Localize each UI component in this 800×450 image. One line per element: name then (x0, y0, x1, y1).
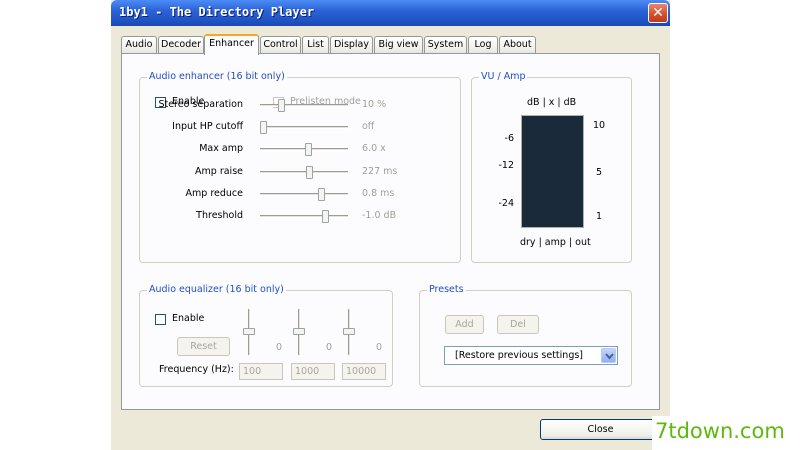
eq-band-thumb[interactable] (243, 328, 255, 335)
slider-label: Max amp (199, 143, 243, 154)
slider-thumb[interactable] (306, 166, 313, 179)
preset-select-value: [Restore previous settings] (455, 350, 583, 361)
slider-thumb[interactable] (260, 121, 267, 134)
close-button[interactable]: Close (540, 419, 661, 440)
vu-right-tick-2: 5 (596, 167, 603, 178)
slider-track[interactable] (260, 126, 348, 129)
vu-meter (521, 115, 584, 228)
eq-band-value: 0 (326, 342, 333, 353)
eq-band-value: 0 (376, 342, 383, 353)
slider-thumb[interactable] (322, 210, 329, 223)
preset-del-button[interactable]: Del (497, 315, 539, 334)
vu-left-tick-3: -24 (498, 198, 514, 209)
slider-value: 6.0 x (362, 143, 386, 154)
tab-system[interactable]: System (424, 36, 467, 54)
vu-left-tick-1: -6 (504, 133, 514, 144)
audio-enhancer-legend: Audio enhancer (16 bit only) (147, 71, 287, 83)
slider-track[interactable] (260, 193, 348, 196)
slider-label: Input HP cutoff (172, 121, 243, 132)
watermark: 7tdown.com (652, 416, 800, 450)
equalizer-enable-checkbox[interactable] (155, 314, 166, 325)
app-window: 1by1 - The Directory Player ✕ Audio Deco… (111, 0, 670, 450)
tab-display[interactable]: Display (330, 36, 373, 54)
slider-thumb[interactable] (305, 143, 312, 156)
equalizer-reset-button[interactable]: Reset (177, 337, 230, 356)
slider-track[interactable] (260, 171, 348, 174)
eq-band-thumb[interactable] (343, 328, 355, 335)
tab-log[interactable]: Log (468, 36, 498, 54)
vu-right-tick-3: 1 (596, 211, 603, 222)
slider-track[interactable] (260, 215, 348, 218)
slider-label: Threshold (196, 210, 243, 221)
title-bar[interactable]: 1by1 - The Directory Player ✕ (111, 0, 670, 26)
tab-decoder[interactable]: Decoder (158, 36, 204, 54)
eq-frequency-input[interactable]: 100 (239, 363, 283, 380)
chevron-down-icon[interactable] (601, 348, 616, 363)
eq-frequency-input[interactable]: 1000 (291, 363, 335, 380)
preset-select[interactable]: [Restore previous settings] (444, 346, 618, 365)
audio-equalizer-group: Audio equalizer (16 bit only) Enable Res… (139, 284, 393, 387)
enhancer-panel: Audio enhancer (16 bit only) Enable Prel… (121, 53, 660, 410)
slider-value: off (362, 121, 375, 132)
slider-label: Stereo separation (158, 99, 243, 110)
tab-list[interactable]: List (302, 36, 329, 54)
close-window-icon[interactable]: ✕ (648, 3, 668, 23)
eq-band-thumb[interactable] (293, 328, 305, 335)
slider-value: -1.0 dB (362, 210, 397, 221)
presets-legend: Presets (427, 284, 466, 296)
slider-value: 0.8 ms (362, 188, 395, 199)
slider-label: Amp reduce (185, 188, 243, 199)
watermark-text: 7tdown.com (655, 419, 785, 443)
vu-amp-group: VU / Amp dB | x | dB -6 -12 -24 10 5 1 d… (471, 71, 632, 263)
slider-label: Amp raise (195, 166, 243, 177)
vu-left-tick-2: -12 (498, 160, 514, 171)
tab-big-view[interactable]: Big view (374, 36, 423, 54)
tab-control[interactable]: Control (260, 36, 301, 54)
presets-group: Presets Add Del [Restore previous settin… (419, 284, 632, 387)
audio-enhancer-group: Audio enhancer (16 bit only) Enable Prel… (139, 71, 461, 263)
eq-band-value: 0 (276, 342, 283, 353)
window-title: 1by1 - The Directory Player (119, 5, 315, 19)
eq-frequency-input[interactable]: 10000 (342, 363, 386, 380)
slider-track[interactable] (260, 104, 348, 107)
slider-value: 10 % (362, 99, 387, 110)
equalizer-enable-label: Enable (172, 313, 205, 324)
slider-thumb[interactable] (318, 188, 325, 201)
slider-thumb[interactable] (278, 99, 285, 112)
preset-add-button[interactable]: Add (445, 315, 484, 334)
slider-track[interactable] (260, 148, 348, 151)
vu-right-tick-1: 10 (593, 120, 606, 131)
tab-audio[interactable]: Audio (121, 36, 157, 54)
tab-enhancer[interactable]: Enhancer (204, 34, 259, 55)
audio-equalizer-legend: Audio equalizer (16 bit only) (147, 284, 286, 296)
vu-footer: dry | amp | out (520, 237, 591, 248)
vu-header: dB | x | dB (527, 97, 577, 108)
vu-amp-legend: VU / Amp (479, 71, 528, 83)
slider-value: 227 ms (362, 166, 398, 177)
frequency-label: Frequency (Hz): (159, 364, 234, 375)
tab-about[interactable]: About (499, 36, 536, 54)
